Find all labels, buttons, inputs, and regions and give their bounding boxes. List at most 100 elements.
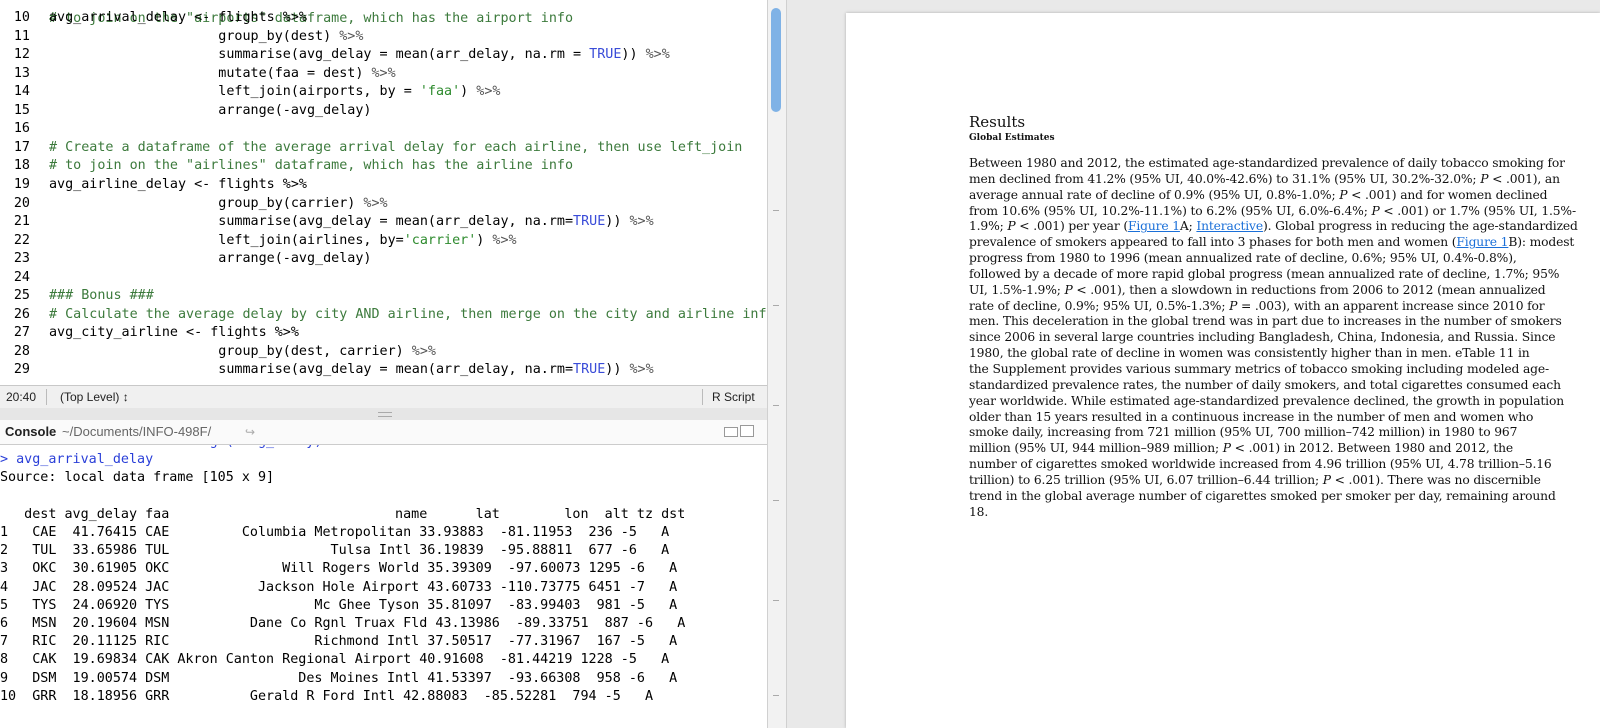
- code-line: 29 summarise(avg_delay = mean(arr_delay,…: [0, 360, 767, 379]
- paragraph-text: Between 1980 and 2012, the estimated age…: [969, 156, 1565, 170]
- source-editor[interactable]: # to join on the "airports" dataframe, w…: [0, 0, 767, 385]
- paragraph-line: 18.: [969, 505, 1569, 521]
- line-number: 27: [13, 325, 30, 341]
- code-token: TRUE: [589, 47, 622, 63]
- code-text: summarise(avg_delay = mean(arr_delay, na…: [49, 360, 653, 379]
- paragraph-text: prevalence of smokers appeared to fall i…: [969, 235, 1457, 250]
- code-text: # Calculate the average delay by city AN…: [49, 305, 767, 324]
- code-text: arrange(-avg_delay): [49, 101, 371, 120]
- paragraph-text: progress from 1980 to 1996 (mean annuali…: [969, 251, 1517, 266]
- code-text: summarise(avg_delay = mean(arr_delay, na…: [49, 212, 654, 231]
- console-line: 9 DSM 19.00574 DSM Des Moines Intl 41.53…: [0, 670, 678, 686]
- code-token: %>%: [339, 28, 364, 44]
- code-token: %>%: [629, 214, 654, 230]
- paragraph-text: ). Global progress in reducing the age-s…: [1262, 219, 1578, 234]
- code-token: # Create a dataframe of the average arri…: [49, 139, 743, 155]
- editor-status-bar: 20:40 (Top Level) ↕ R Script: [0, 385, 767, 409]
- console-title[interactable]: Console: [5, 420, 56, 444]
- code-text: summarise(avg_delay = mean(arr_delay, na…: [49, 45, 669, 64]
- paragraph-text: < .001). There was no discernible: [1330, 472, 1541, 487]
- line-number: 25: [13, 288, 30, 304]
- paragraph-line: average annual rate of decline of 0.9% (…: [969, 188, 1569, 204]
- minimize-pane-button[interactable]: [724, 427, 738, 437]
- paragraph-text: older than 15 years resulted in a contin…: [969, 409, 1534, 424]
- line-number: 20: [13, 195, 30, 211]
- code-line: 26 # Calculate the average delay by city …: [0, 305, 767, 324]
- file-type-selector[interactable]: R Script: [712, 386, 755, 408]
- paragraph-line: older than 15 years resulted in a contin…: [969, 410, 1569, 426]
- code-token: avg_city_airline <- flights %>%: [49, 325, 299, 341]
- paragraph-text: P: [1229, 298, 1238, 313]
- paragraph-line: 1980, the global rate of decline in wome…: [969, 346, 1569, 362]
- paragraph-text: since 2006 in several large countries in…: [969, 330, 1556, 345]
- paragraph-text: < .001) or 1.7% (95% UI, 1.5%-: [1379, 203, 1576, 218]
- scroll-marker: [773, 695, 779, 696]
- paragraph-line: prevalence of smokers appeared to fall i…: [969, 235, 1574, 251]
- paragraph-line: smoke daily, increasing from 721 million…: [969, 425, 1569, 441]
- line-number: 28: [13, 343, 30, 359]
- line-number: 11: [13, 28, 30, 44]
- paragraph-line: trend in the global average number of ci…: [969, 489, 1569, 505]
- code-token: summarise(avg_delay = mean(arr_delay, na…: [49, 362, 574, 378]
- line-number: 29: [13, 362, 30, 378]
- status-divider: [702, 389, 703, 405]
- pane-scrollbar[interactable]: [767, 0, 787, 728]
- splitter-grip-icon[interactable]: [378, 412, 392, 417]
- goto-directory-icon[interactable]: ↪: [245, 420, 255, 444]
- paragraph-text: < .001), then a slowdown in reductions f…: [1072, 282, 1546, 297]
- paragraph-text: men. This deceleration in the global tre…: [969, 314, 1562, 329]
- section-heading: Results: [969, 113, 1026, 131]
- working-directory: ~/Documents/INFO-498F/: [62, 424, 212, 439]
- figure-link[interactable]: Interactive: [1196, 219, 1263, 233]
- results-paragraph: Between 1980 and 2012, the estimated age…: [969, 156, 1578, 521]
- code-text: avg_airline_delay <- flights %>%: [49, 175, 307, 194]
- code-text: # Create a dataframe of the average arri…: [49, 138, 742, 157]
- figure-link[interactable]: Figure 1: [1456, 235, 1508, 249]
- paragraph-text: average annual rate of decline of 0.9% (…: [969, 187, 1340, 202]
- paragraph-text: trend in the global average number of ci…: [969, 488, 1556, 503]
- scope-selector[interactable]: (Top Level) ↕: [60, 386, 129, 408]
- code-line: 22 left_join(airlines, by='carrier') %>%: [0, 231, 767, 250]
- code-line: 13 mutate(faa = dest) %>%: [0, 64, 767, 83]
- paragraph-line: the Supplement provides various summary …: [969, 362, 1569, 378]
- console-line: 3 OKC 30.61905 OKC Will Rogers World 35.…: [0, 561, 678, 577]
- code-token: avg_airline_delay <- flights %>%: [49, 176, 307, 192]
- code-token: summarise(avg_delay = mean(arr_delay, na…: [49, 47, 590, 63]
- paragraph-line: number of cigarettes smoked worldwide in…: [969, 457, 1569, 473]
- paragraph-text: followed by a decade of more rapid globa…: [969, 266, 1560, 281]
- maximize-pane-button[interactable]: [740, 425, 754, 437]
- console-line: > avg_arrival_delay: [0, 452, 154, 468]
- code-line: 16: [0, 119, 767, 138]
- line-number: 18: [13, 158, 30, 174]
- line-number: 24: [13, 269, 30, 285]
- code-text: avg_city_airline <- flights %>%: [49, 323, 299, 342]
- paragraph-line: year worldwide. While estimated age-stan…: [969, 394, 1569, 410]
- scroll-marker: [773, 210, 779, 211]
- paragraph-text: P: [1222, 441, 1231, 456]
- paragraph-line: men declined from 41.2% (95% UI, 40.0%-4…: [969, 172, 1569, 188]
- console-output[interactable]: + arrange(-avg_delay)> avg_arrival_delay…: [0, 445, 767, 728]
- line-number: 14: [13, 84, 30, 100]
- code-text: group_by(carrier) %>%: [49, 194, 387, 213]
- paragraph-text: number of cigarettes smoked worldwide in…: [969, 457, 1552, 472]
- figure-link[interactable]: Figure 1: [1128, 219, 1180, 233]
- code-token: left_join(airlines, by=: [49, 232, 404, 248]
- code-token: %>%: [476, 84, 501, 100]
- paragraph-text: trillion) to 6.25 trillion (95% UI, 6.07…: [969, 472, 1323, 487]
- line-number: 10: [13, 10, 30, 25]
- scroll-marker: [773, 600, 779, 601]
- code-token: %>%: [411, 343, 436, 359]
- console-line: 1 CAE 41.76415 CAE Columbia Metropolitan…: [0, 525, 670, 540]
- paragraph-line: UI, 1.5%-1.9%; P < .001), then a slowdow…: [969, 283, 1569, 299]
- pane-splitter[interactable]: [0, 408, 767, 420]
- console-line: + arrange(-avg_delay): [0, 445, 322, 451]
- line-number: 19: [13, 176, 30, 192]
- paragraph-text: million (95% UI, 944 million–989 million…: [969, 441, 1223, 456]
- code-token: )): [605, 362, 630, 378]
- line-number: 16: [13, 121, 30, 137]
- code-text: left_join(airports, by = 'faa') %>%: [49, 82, 500, 101]
- scroll-marker: [773, 305, 779, 306]
- code-text: ### Bonus ###: [49, 286, 154, 305]
- paragraph-text: men declined from 41.2% (95% UI, 40.0%-4…: [969, 171, 1481, 186]
- scrollbar-thumb[interactable]: [771, 8, 781, 112]
